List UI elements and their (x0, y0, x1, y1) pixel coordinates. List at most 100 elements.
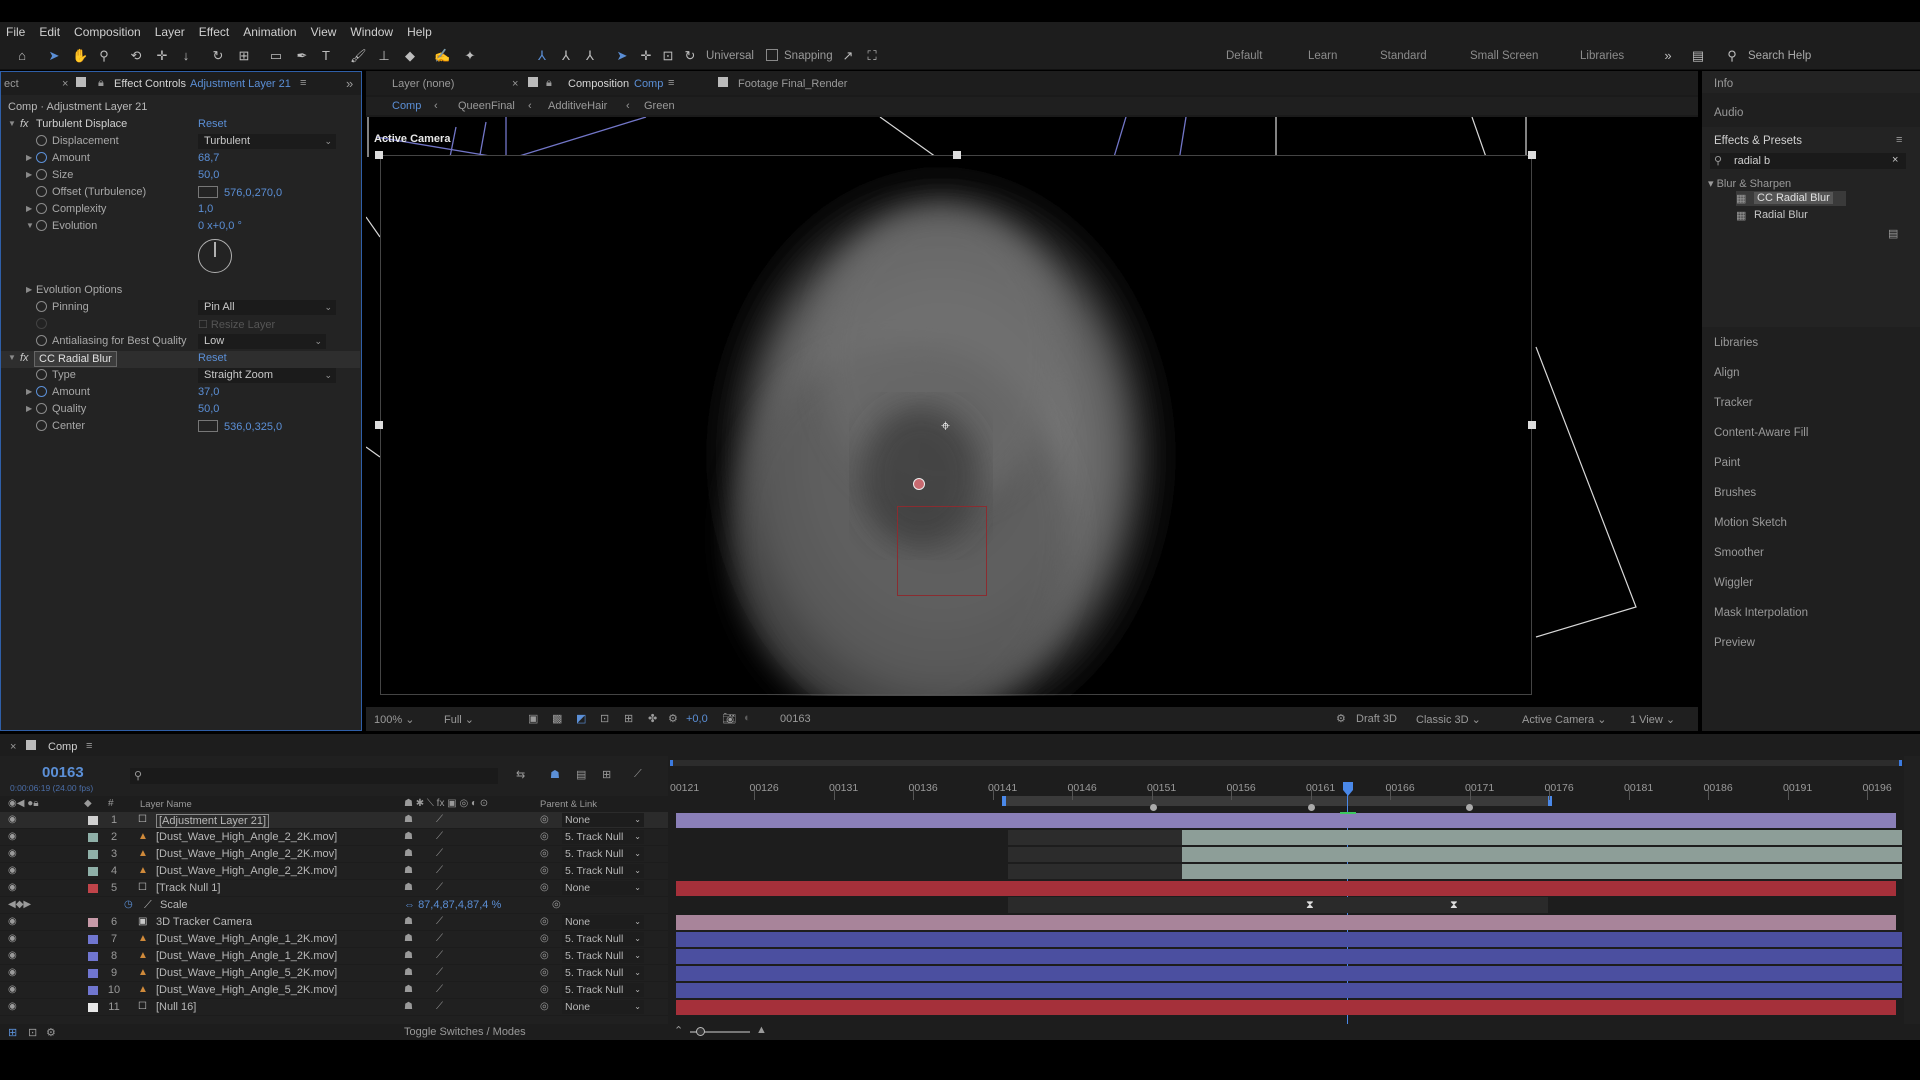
effects-presets-title[interactable]: Effects & Presets (1714, 135, 1802, 147)
layer-bar[interactable] (676, 813, 1896, 828)
wiggler-panel[interactable]: Wiggler (1714, 577, 1753, 589)
offset-value[interactable]: 576,0,270,0 (198, 186, 282, 199)
stopwatch-icon[interactable] (36, 135, 47, 146)
complexity-value[interactable]: 1,0 (198, 203, 213, 215)
snapshot-icon[interactable]: 📷︎ (722, 712, 736, 725)
shy-switch-icon[interactable]: ☗ (404, 933, 413, 944)
composition-tab-name[interactable]: Comp (634, 78, 663, 90)
point-control-icon[interactable] (198, 420, 218, 432)
tracker-panel[interactable]: Tracker (1714, 397, 1753, 409)
layer-row[interactable]: ◉ 3 ▲ [Dust_Wave_High_Angle_2_2K.mov] ☗ ⟋ ◎ 5. … (0, 846, 668, 863)
draft-3d-toggle-icon[interactable]: ☗ (550, 768, 560, 781)
grid-icon[interactable]: ⊞ (624, 712, 633, 725)
channel-icon[interactable]: ✤ (648, 712, 657, 725)
effect-controls-layer[interactable]: Adjustment Layer 21 (190, 78, 291, 90)
camera-dropdown[interactable]: Active Camera ⌄ (1522, 713, 1606, 726)
stopwatch-icon[interactable] (36, 152, 47, 163)
smoother-panel[interactable]: Smoother (1714, 547, 1764, 559)
workspace-small-screen[interactable]: Small Screen (1470, 50, 1538, 62)
layer-bar[interactable] (1182, 830, 1902, 845)
snapping-checkbox[interactable] (766, 49, 778, 61)
menu-effect[interactable]: Effect (199, 25, 229, 39)
pick-whip-icon[interactable]: ◎ (540, 814, 549, 825)
breadcrumb-green[interactable]: Green (644, 100, 675, 112)
collapse-icon[interactable]: ▼ (8, 353, 16, 362)
new-folder-icon[interactable]: ▤ (1888, 227, 1898, 240)
antialiasing-dropdown[interactable]: Low ⌄ (198, 334, 326, 349)
motion-sketch-panel[interactable]: Motion Sketch (1714, 517, 1787, 529)
menu-help[interactable]: Help (407, 25, 432, 39)
pick-whip-icon[interactable]: ◎ (540, 984, 549, 995)
eye-icon[interactable]: ◉ (8, 916, 17, 927)
roto-brush-icon[interactable]: ✍ (434, 48, 450, 64)
graph-editor-icon[interactable]: ⟋ (634, 768, 642, 781)
layer-name-header[interactable]: Layer Name (140, 799, 192, 810)
brush-tool-icon[interactable]: 🖌 (350, 48, 367, 64)
keyframe-nav-icon[interactable]: ◀◆▶ (8, 899, 31, 910)
graph-icon[interactable]: ⟋ (144, 899, 152, 912)
pick-whip-icon[interactable]: ◎ (540, 933, 549, 944)
expand-icon[interactable]: ▶ (26, 285, 32, 294)
zoom-in-icon[interactable]: ▲ (756, 1024, 767, 1036)
eye-icon[interactable]: ◉ (8, 1001, 17, 1012)
layer-row[interactable]: ◉ 6 ▣ 3D Tracker Camera ☗ ⟋ ◎ None ⌄ (0, 914, 668, 931)
universal-label[interactable]: Universal (706, 50, 754, 62)
lock-icon[interactable]: 🔒︎ (546, 77, 552, 90)
layer-name[interactable]: [Track Null 1] (156, 882, 220, 894)
eye-icon[interactable]: ◉ (8, 865, 17, 876)
marker-dot[interactable] (1150, 804, 1157, 811)
show-snapshot-icon[interactable]: ◐ (744, 712, 751, 724)
exposure-value[interactable]: +0,0 (686, 713, 708, 725)
eye-icon[interactable]: ◉ (8, 967, 17, 978)
shy-switch-icon[interactable]: ☗ (404, 950, 413, 961)
expand-panels-icon[interactable]: » (346, 76, 353, 91)
parent-dropdown[interactable]: 5. Track Null ⌄ (562, 847, 644, 861)
layer-row[interactable]: ◉ 4 ▲ [Dust_Wave_High_Angle_2_2K.mov] ☗ ⟋ ◎ 5. … (0, 863, 668, 880)
orbit-camera-icon[interactable]: ⟲ (128, 48, 144, 64)
guides-icon[interactable]: ⊡ (600, 712, 609, 725)
effects-search-input[interactable]: ⚲ radial b × (1710, 153, 1906, 169)
eye-icon[interactable]: ◉ (8, 814, 17, 825)
menu-edit[interactable]: Edit (39, 25, 60, 39)
transfer-controls-icon[interactable]: ⊡ (28, 1026, 37, 1039)
shy-switch-icon[interactable]: ☗ (404, 967, 413, 978)
pick-whip-icon[interactable]: ◎ (540, 1001, 549, 1012)
region-of-interest-icon[interactable]: ▣ (528, 712, 538, 725)
scale-value[interactable]: ⇔ 87,4,87,4,87,4 % (404, 899, 501, 911)
quality-switch-icon[interactable]: ⟋ (436, 848, 443, 859)
mask-visibility-icon[interactable]: ◩ (576, 712, 586, 725)
label-color[interactable] (88, 935, 98, 944)
parent-dropdown[interactable]: 5. Track Null ⌄ (562, 983, 644, 997)
content-aware-fill-panel[interactable]: Content-Aware Fill (1714, 427, 1808, 439)
label-color[interactable] (88, 867, 98, 876)
zoom-tool-icon[interactable]: ⚲ (96, 48, 112, 64)
layer-bar[interactable] (676, 915, 1896, 930)
menu-file[interactable]: File (6, 25, 25, 39)
preview-panel[interactable]: Preview (1714, 637, 1755, 649)
layer-bar[interactable] (676, 881, 1896, 896)
quality-switch-icon[interactable]: ⟋ (436, 933, 443, 944)
eye-icon[interactable]: ◉ (8, 933, 17, 944)
panel-menu-icon[interactable]: ≡ (300, 77, 306, 89)
layer-name[interactable]: 3D Tracker Camera (156, 916, 252, 928)
close-icon[interactable]: × (512, 78, 518, 90)
lock-icon[interactable]: 🔒︎ (98, 77, 104, 90)
layer-name[interactable]: [Dust_Wave_High_Angle_2_2K.mov] (156, 848, 337, 860)
parent-dropdown[interactable]: None ⌄ (562, 1000, 644, 1014)
expand-icon[interactable]: ▶ (26, 204, 32, 213)
panel-menu-icon[interactable]: ≡ (86, 740, 92, 752)
track-null-box[interactable] (897, 506, 987, 596)
breadcrumb-comp[interactable]: Comp (392, 100, 421, 112)
label-color[interactable] (88, 986, 98, 995)
paint-panel[interactable]: Paint (1714, 457, 1740, 469)
composition-mini-flowchart-icon[interactable]: ⇆ (516, 768, 525, 781)
clone-stamp-icon[interactable]: ⊥ (376, 48, 392, 64)
move-3d-icon[interactable]: ✛ (638, 48, 654, 64)
keyframe-icon[interactable]: ⧗ (1306, 899, 1314, 912)
workspace-learn[interactable]: Learn (1308, 50, 1337, 62)
label-color[interactable] (88, 1003, 98, 1012)
label-color[interactable] (88, 969, 98, 978)
fx-icon[interactable]: fx (20, 118, 29, 130)
quality-switch-icon[interactable]: ⟋ (436, 916, 443, 927)
effect-turbulent-displace[interactable]: ▼ fx Turbulent Displace Reset (0, 117, 360, 134)
